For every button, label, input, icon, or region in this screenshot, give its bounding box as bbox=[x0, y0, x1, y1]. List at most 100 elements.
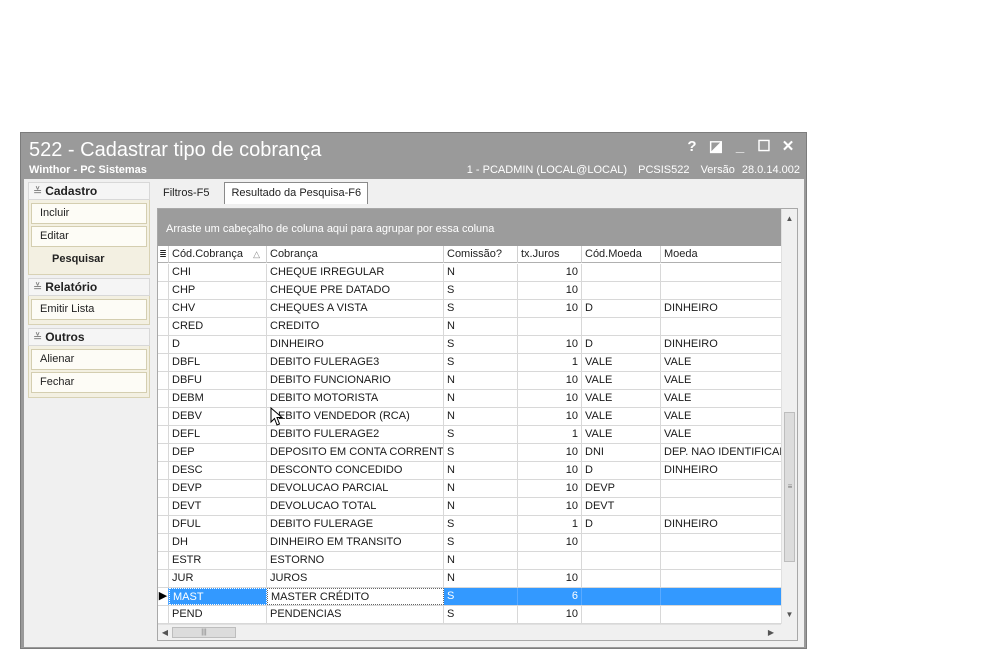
cell-comissao[interactable]: N bbox=[444, 264, 518, 281]
cell-tx-juros[interactable]: 10 bbox=[518, 264, 582, 281]
cell-moeda[interactable]: VALE bbox=[661, 390, 782, 407]
cell-cod-moeda[interactable]: VALE bbox=[582, 408, 661, 425]
column-header-cod-moeda[interactable]: Cód.Moeda bbox=[582, 246, 661, 263]
cell-cobranca[interactable]: JUROS bbox=[267, 570, 444, 587]
cell-cobranca[interactable]: DEBITO FULERAGE2 bbox=[267, 426, 444, 443]
cell-moeda[interactable]: DEP. NAO IDENTIFICADO bbox=[661, 444, 782, 461]
cell-comissao[interactable]: N bbox=[444, 462, 518, 479]
cell-cobranca[interactable]: DEPOSITO EM CONTA CORRENTE bbox=[267, 444, 444, 461]
cell-cod-moeda[interactable] bbox=[582, 570, 661, 587]
cell-tx-juros[interactable]: 10 bbox=[518, 372, 582, 389]
cell-cod-moeda[interactable] bbox=[582, 534, 661, 551]
cell-moeda[interactable] bbox=[661, 498, 782, 515]
sidebar-group-relatorio[interactable]: ≚ Relatório bbox=[28, 278, 150, 296]
sidebar-item-pesquisar[interactable]: Pesquisar bbox=[31, 249, 147, 270]
cell-comissao[interactable]: S bbox=[444, 282, 518, 299]
table-row-selected[interactable]: ▶ MAST MASTER CRÉDITO S 6 bbox=[158, 588, 782, 606]
scroll-up-icon[interactable]: ▲ bbox=[782, 212, 797, 226]
close-button[interactable]: ✕ bbox=[776, 137, 800, 157]
cell-cod-cobranca[interactable]: DEP bbox=[169, 444, 267, 461]
cell-moeda[interactable]: DINHEIRO bbox=[661, 516, 782, 533]
table-row[interactable]: CHV CHEQUES A VISTA S 10 D DINHEIRO bbox=[158, 300, 782, 318]
cell-cobranca[interactable]: DEBITO FULERAGE bbox=[267, 516, 444, 533]
cell-comissao[interactable]: S bbox=[444, 534, 518, 551]
cell-tx-juros[interactable]: 10 bbox=[518, 570, 582, 587]
cell-tx-juros[interactable]: 10 bbox=[518, 462, 582, 479]
cell-cobranca[interactable]: DEBITO FUNCIONARIO bbox=[267, 372, 444, 389]
cell-cod-cobranca[interactable]: DESC bbox=[169, 462, 267, 479]
table-row[interactable]: ESTR ESTORNO N bbox=[158, 552, 782, 570]
cell-comissao[interactable]: S bbox=[444, 444, 518, 461]
cell-comissao[interactable]: N bbox=[444, 318, 518, 335]
sidebar-item-alienar[interactable]: Alienar bbox=[31, 349, 147, 370]
cell-cod-moeda[interactable] bbox=[582, 318, 661, 335]
cell-comissao[interactable]: S bbox=[444, 516, 518, 533]
table-row[interactable]: CRED CREDITO N bbox=[158, 318, 782, 336]
cell-cod-moeda[interactable]: VALE bbox=[582, 390, 661, 407]
cell-comissao[interactable]: N bbox=[444, 372, 518, 389]
cell-tx-juros[interactable]: 1 bbox=[518, 516, 582, 533]
cell-tx-juros[interactable]: 10 bbox=[518, 534, 582, 551]
cell-cobranca[interactable]: DESCONTO CONCEDIDO bbox=[267, 462, 444, 479]
cell-cod-moeda[interactable] bbox=[582, 606, 661, 623]
cell-cobranca[interactable]: DEVOLUCAO PARCIAL bbox=[267, 480, 444, 497]
help-button[interactable]: ? bbox=[680, 137, 704, 157]
hscroll-thumb[interactable]: ||| bbox=[172, 627, 236, 638]
scroll-thumb[interactable]: ≡ bbox=[784, 412, 795, 562]
cell-tx-juros[interactable] bbox=[518, 552, 582, 569]
cell-cod-moeda[interactable]: D bbox=[582, 462, 661, 479]
sidebar-group-outros[interactable]: ≚ Outros bbox=[28, 328, 150, 346]
cell-moeda[interactable] bbox=[661, 480, 782, 497]
cell-cod-cobranca[interactable]: CHV bbox=[169, 300, 267, 317]
cell-moeda[interactable] bbox=[661, 282, 782, 299]
cell-cod-moeda[interactable]: VALE bbox=[582, 372, 661, 389]
cell-tx-juros[interactable]: 10 bbox=[518, 408, 582, 425]
sidebar-item-emitir-lista[interactable]: Emitir Lista bbox=[31, 299, 147, 320]
cell-moeda[interactable]: VALE bbox=[661, 426, 782, 443]
minimize-button[interactable]: _ bbox=[728, 137, 752, 157]
maximize-button[interactable]: ☐ bbox=[752, 137, 776, 157]
column-chooser-icon[interactable]: ≣ bbox=[158, 246, 169, 263]
table-row[interactable]: PEND PENDENCIAS S 10 bbox=[158, 606, 782, 624]
cell-cobranca[interactable]: CREDITO bbox=[267, 318, 444, 335]
cell-cod-cobranca[interactable]: D bbox=[169, 336, 267, 353]
cell-cobranca[interactable]: CHEQUES A VISTA bbox=[267, 300, 444, 317]
cell-cobranca[interactable]: PENDENCIAS bbox=[267, 606, 444, 623]
cell-moeda[interactable] bbox=[661, 264, 782, 281]
cell-cod-moeda[interactable]: D bbox=[582, 336, 661, 353]
cell-cod-moeda[interactable]: VALE bbox=[582, 354, 661, 371]
column-header-cobranca[interactable]: Cobrança bbox=[267, 246, 444, 263]
cell-cod-cobranca[interactable]: JUR bbox=[169, 570, 267, 587]
table-row[interactable]: DEVP DEVOLUCAO PARCIAL N 10 DEVP bbox=[158, 480, 782, 498]
table-row[interactable]: DFUL DEBITO FULERAGE S 1 D DINHEIRO bbox=[158, 516, 782, 534]
group-by-panel[interactable]: Arraste um cabeçalho de coluna aqui para… bbox=[158, 209, 782, 246]
cell-cobranca[interactable]: CHEQUE PRE DATADO bbox=[267, 282, 444, 299]
cell-cod-cobranca[interactable]: CRED bbox=[169, 318, 267, 335]
sidebar-item-incluir[interactable]: Incluir bbox=[31, 203, 147, 224]
cell-comissao[interactable]: S bbox=[444, 336, 518, 353]
cell-cod-cobranca[interactable]: DEFL bbox=[169, 426, 267, 443]
cell-tx-juros[interactable]: 1 bbox=[518, 354, 582, 371]
cell-moeda[interactable] bbox=[661, 534, 782, 551]
cell-tx-juros[interactable]: 10 bbox=[518, 606, 582, 623]
cell-cod-cobranca[interactable]: ESTR bbox=[169, 552, 267, 569]
cell-cod-moeda[interactable] bbox=[582, 282, 661, 299]
cell-cobranca[interactable]: DEVOLUCAO TOTAL bbox=[267, 498, 444, 515]
table-row[interactable]: D DINHEIRO S 10 D DINHEIRO bbox=[158, 336, 782, 354]
tab-filtros[interactable]: Filtros-F5 bbox=[156, 182, 216, 204]
cell-cod-moeda[interactable] bbox=[582, 588, 661, 605]
cell-moeda[interactable] bbox=[661, 606, 782, 623]
cell-moeda[interactable]: DINHEIRO bbox=[661, 462, 782, 479]
cell-comissao[interactable]: N bbox=[444, 498, 518, 515]
cell-comissao[interactable]: S bbox=[444, 426, 518, 443]
cell-cod-moeda[interactable]: DEVT bbox=[582, 498, 661, 515]
cell-moeda[interactable] bbox=[661, 588, 782, 605]
cell-cobranca[interactable]: DINHEIRO bbox=[267, 336, 444, 353]
cell-cobranca[interactable]: DEBITO VENDEDOR (RCA) bbox=[267, 408, 444, 425]
cell-tx-juros[interactable] bbox=[518, 318, 582, 335]
table-row[interactable]: DBFL DEBITO FULERAGE3 S 1 VALE VALE bbox=[158, 354, 782, 372]
cell-moeda[interactable] bbox=[661, 318, 782, 335]
cell-comissao[interactable]: S bbox=[444, 588, 518, 605]
cell-comissao[interactable]: S bbox=[444, 606, 518, 623]
cell-tx-juros[interactable]: 10 bbox=[518, 444, 582, 461]
